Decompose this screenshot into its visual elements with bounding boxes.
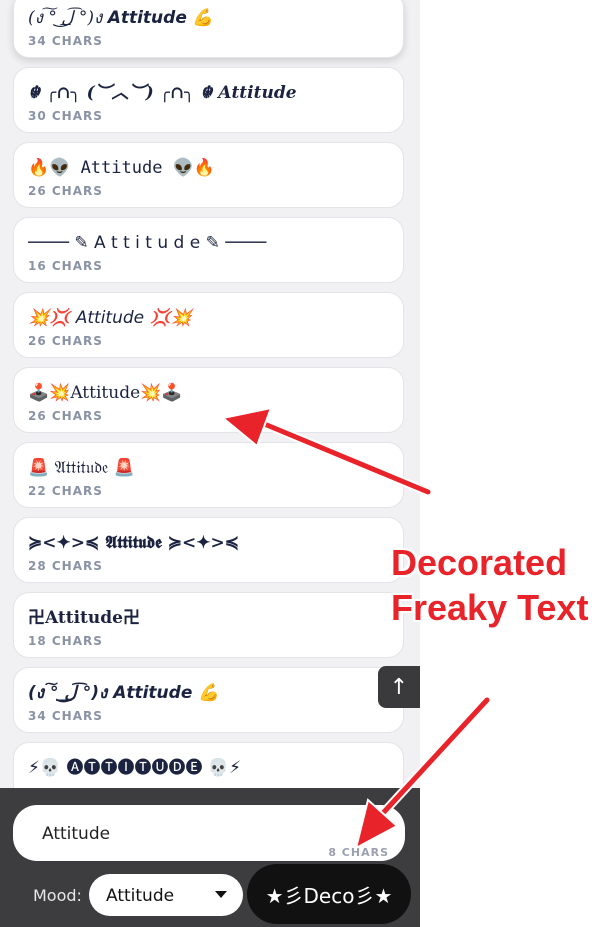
mood-select[interactable]: Attitude — [89, 874, 243, 916]
result-char-count: 28 CHARS — [28, 559, 103, 573]
result-card[interactable]: 🔥👽 Attitude 👽🔥 26 CHARS — [13, 142, 404, 208]
result-char-count: 34 CHARS — [28, 709, 103, 723]
result-char-count: 26 CHARS — [28, 334, 103, 348]
result-text: (ง ͠° ͟ل͜ ͡°)ง 𝘼𝙩𝙩𝙞𝙩𝙪𝙙𝙚 💪 — [28, 8, 214, 28]
result-card[interactable]: ──── ✎ A t t i t u d e ✎ ──── 16 CHARS — [13, 217, 404, 283]
deco-button[interactable]: ★彡Deco彡★ — [247, 864, 411, 924]
text-input[interactable]: Attitude 8 CHARS — [13, 805, 405, 861]
deco-button-label: ★彡Deco彡★ — [265, 883, 393, 908]
result-text: (ง ͠° ͟ل͜ ͡°)ง 𝘼𝙩𝙩𝙞𝙩𝙪𝙙𝙚 💪 — [28, 683, 220, 703]
caret-down-icon — [215, 891, 227, 898]
bottom-bar: Attitude 8 CHARS Mood: Attitude ★彡Deco彡★ — [0, 788, 420, 927]
result-char-count: 16 CHARS — [28, 259, 103, 273]
input-value: Attitude — [42, 824, 111, 844]
result-char-count: 22 CHARS — [28, 484, 103, 498]
result-text: ☬ ╭∩╮ (︶︿︶) ╭∩╮ ☬ 𝑨𝒕𝒕𝒊𝒕𝒖𝒅𝒆 — [28, 83, 297, 103]
result-card[interactable]: 💥💢 Attitude 💢💥 26 CHARS — [13, 292, 404, 358]
result-text: ⚡💀 🅐🅣🅣🅘🅣🅤🅓🅔 💀⚡ — [28, 758, 242, 778]
result-text: 🔥👽 Attitude 👽🔥 — [28, 158, 216, 178]
mood-label: Mood: — [33, 886, 82, 905]
result-card[interactable]: ☬ ╭∩╮ (︶︿︶) ╭∩╮ ☬ 𝑨𝒕𝒕𝒊𝒕𝒖𝒅𝒆 30 CHARS — [13, 67, 404, 133]
app-panel: (ง ͠° ͟ل͜ ͡°)ง 𝘼𝙩𝙩𝙞𝙩𝙪𝙙𝙚 💪 34 CHARS ☬ ╭∩╮ (… — [0, 0, 420, 927]
result-text: 🕹️💥Attitude💥🕹️ — [28, 383, 183, 403]
annotation-line-1: Decorated — [391, 542, 568, 583]
arrow-up-icon: ↑ — [389, 674, 409, 700]
result-card[interactable]: 卍Attitude卍 18 CHARS — [13, 592, 404, 658]
mood-value: Attitude — [106, 886, 175, 906]
result-card[interactable]: 🕹️💥Attitude💥🕹️ 26 CHARS — [13, 367, 404, 433]
result-text: 卍Attitude卍 — [28, 608, 140, 628]
result-char-count: 34 CHARS — [28, 34, 103, 48]
result-char-count: 26 CHARS — [28, 184, 103, 198]
result-card[interactable]: (ง ͠° ͟ل͜ ͡°)ง 𝘼𝙩𝙩𝙞𝙩𝙪𝙙𝙚 💪 34 CHARS — [13, 667, 404, 733]
result-char-count: 18 CHARS — [28, 634, 103, 648]
result-card[interactable]: 🚨 𝔄𝔱𝔱𝔦𝔱𝔲𝔡𝔢 🚨 22 CHARS — [13, 442, 404, 508]
result-text: 💥💢 Attitude 💢💥 — [28, 308, 192, 328]
result-text: ≽<✦>≼ 𝕬𝖙𝖙𝖎𝖙𝖚𝖉𝖊 ≽<✦>≼ — [28, 533, 239, 553]
result-char-count: 30 CHARS — [28, 109, 103, 123]
result-char-count: 26 CHARS — [28, 409, 103, 423]
result-card[interactable]: ≽<✦>≼ 𝕬𝖙𝖙𝖎𝖙𝖚𝖉𝖊 ≽<✦>≼ 28 CHARS — [13, 517, 404, 583]
result-text: 🚨 𝔄𝔱𝔱𝔦𝔱𝔲𝔡𝔢 🚨 — [28, 458, 135, 478]
result-text: ──── ✎ A t t i t u d e ✎ ──── — [28, 233, 267, 253]
input-char-count: 8 CHARS — [328, 846, 389, 859]
scroll-to-top-button[interactable]: ↑ — [378, 666, 420, 708]
annotation-line-2: Freaky Text — [391, 587, 589, 628]
result-card[interactable]: (ง ͠° ͟ل͜ ͡°)ง 𝘼𝙩𝙩𝙞𝙩𝙪𝙙𝙚 💪 34 CHARS — [13, 0, 404, 58]
results-list: (ง ͠° ͟ل͜ ͡°)ง 𝘼𝙩𝙩𝙞𝙩𝙪𝙙𝙚 💪 34 CHARS ☬ ╭∩╮ (… — [13, 0, 404, 817]
